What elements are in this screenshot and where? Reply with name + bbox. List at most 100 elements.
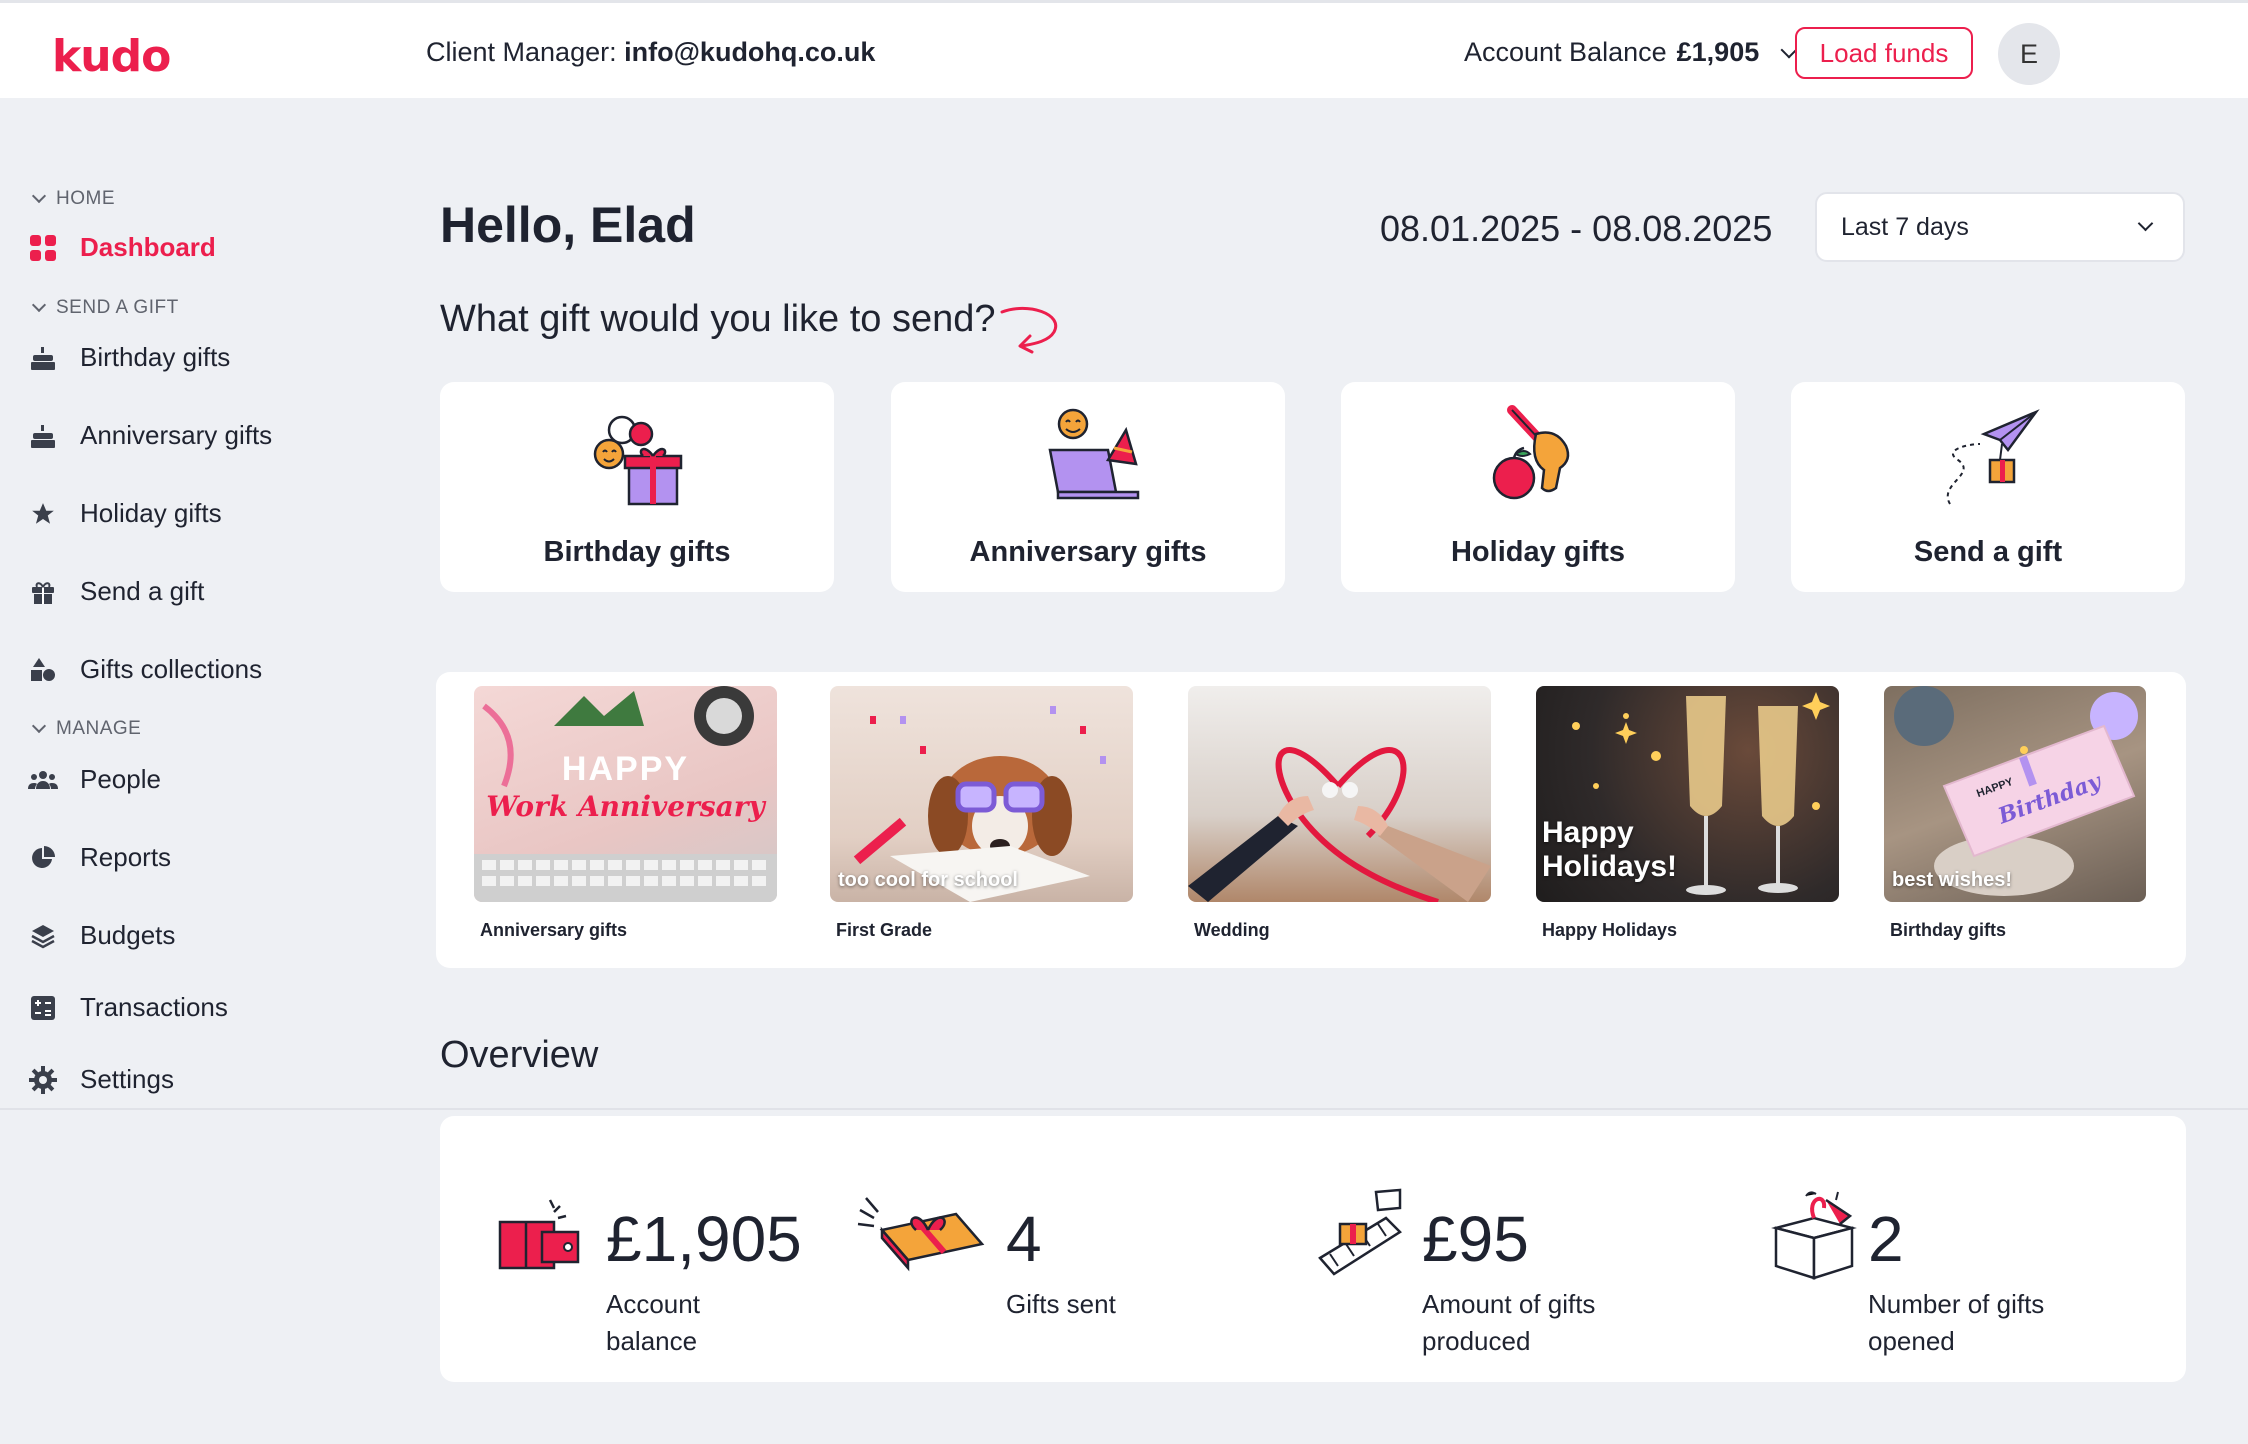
stat-value: £95	[1422, 1203, 1529, 1275]
sidebar-item-anniversary-gifts[interactable]: Anniversary gifts	[28, 420, 272, 451]
stat-desc-line: Number of gifts	[1868, 1289, 2045, 1319]
thumbnail-overlay-text: Happy Holidays!	[1542, 816, 1677, 884]
collection-caption: Birthday gifts	[1890, 920, 2007, 940]
client-manager: Client Manager: info@kudohq.co.uk	[426, 37, 875, 68]
overview-title: Overview	[440, 1034, 599, 1076]
user-avatar[interactable]: E	[1998, 23, 2060, 85]
gift-question: What gift would you like to send?	[440, 298, 996, 340]
stat-desc-line: Amount of gifts	[1422, 1289, 1596, 1319]
sidebar-item-label: People	[80, 764, 161, 794]
laptop-party-icon	[1048, 408, 1140, 500]
paper-plane-gift-icon	[1946, 409, 2040, 505]
sidebar-item-gifts-collections[interactable]: Gifts collections	[28, 654, 262, 685]
sidebar-item-birthday-gifts[interactable]: Birthday gifts	[28, 342, 230, 373]
sidebar-item-holiday-gifts[interactable]: Holiday gifts	[28, 498, 222, 529]
stat-value: 2	[1868, 1203, 1904, 1275]
load-funds-button[interactable]: Load funds	[1795, 27, 1973, 79]
period-select-value: Last 7 days	[1841, 212, 1969, 241]
sidebar-item-transactions[interactable]: Transactions	[28, 992, 228, 1023]
collection-caption: First Grade	[836, 920, 933, 940]
sidebar-item-label: Holiday gifts	[80, 498, 222, 528]
collection-caption: Anniversary gifts	[480, 920, 628, 940]
calculator-icon	[28, 993, 58, 1023]
sidebar-item-label: Anniversary gifts	[80, 420, 273, 450]
sidebar-item-label: Send a gift	[80, 576, 205, 606]
account-balance-dropdown[interactable]: Account Balance £1,905	[1464, 37, 1798, 68]
shapes-icon	[28, 655, 58, 685]
client-manager-label: Client Manager:	[426, 37, 617, 67]
section-manage[interactable]: MANAGE	[31, 718, 142, 740]
collection-thumbnail: HAPPY Birthday best wishes!	[1884, 686, 2146, 902]
sidebar-item-label: Gifts collections	[80, 654, 263, 684]
section-send-a-gift[interactable]: SEND A GIFT	[31, 297, 179, 319]
gift-card-birthday[interactable]: Birthday gifts	[440, 382, 834, 592]
chevron-down-icon	[31, 297, 47, 313]
client-manager-email: info@kudohq.co.uk	[624, 37, 876, 67]
gift-card-anniversary[interactable]: Anniversary gifts	[891, 382, 1285, 592]
collection-caption: Happy Holidays	[1542, 920, 1678, 940]
stat-value: 4	[1006, 1203, 1042, 1275]
cake-icon	[28, 343, 58, 373]
pie-chart-icon	[28, 843, 58, 873]
sidebar-item-send-a-gift[interactable]: Send a gift	[28, 576, 204, 607]
sidebar-item-budgets[interactable]: Budgets	[28, 920, 175, 951]
date-range: 08.01.2025 - 08.08.2025	[1380, 208, 1773, 249]
overview-panel: £1,905 Account balance 4 Gifts sent £95	[440, 1116, 2186, 1382]
sidebar-item-label: Birthday gifts	[80, 342, 231, 372]
gear-icon	[28, 1065, 58, 1095]
section-manage-label: MANAGE	[56, 718, 142, 739]
sidebar-item-people[interactable]: People	[28, 764, 161, 795]
conveyor-gift-icon	[1318, 1188, 1402, 1276]
collection-happy-holidays[interactable]: Happy Holidays! Happy Holidays	[1536, 686, 1839, 941]
collection-thumbnail: HAPPY Work Anniversary	[474, 686, 777, 902]
section-home[interactable]: HOME	[31, 188, 115, 210]
sidebar-item-settings[interactable]: Settings	[28, 1064, 174, 1095]
collection-first-grade[interactable]: too cool for school First Grade	[830, 686, 1133, 941]
gift-card-send-a-gift[interactable]: Send a gift	[1791, 382, 2185, 592]
gift-card-holiday[interactable]: Holiday gifts	[1341, 382, 1735, 592]
balance-label: Account Balance	[1464, 37, 1667, 67]
apple-hand-icon	[1492, 405, 1570, 500]
curved-arrow-icon	[1000, 307, 1058, 354]
chevron-down-icon	[31, 188, 47, 204]
kudo-logo[interactable]: kudo	[52, 31, 171, 82]
sidebar-item-label: Budgets	[80, 920, 176, 950]
gift-collections: HAPPY Work Anniversary Anniversary gifts…	[436, 672, 2186, 968]
wallet-icon	[498, 1199, 580, 1270]
stat-gifts-sent: 4 Gifts sent	[856, 1116, 1276, 1382]
star-icon	[28, 499, 58, 529]
thumbnail-overlay-text: too cool for school	[838, 869, 1018, 891]
thumbnail-overlay-text: HAPPY	[561, 750, 690, 788]
collection-thumbnail: too cool for school	[830, 686, 1133, 902]
stat-description: Account balance	[606, 1286, 836, 1360]
sidebar-item-reports[interactable]: Reports	[28, 842, 171, 873]
overlay-line: Happy	[1542, 816, 1634, 849]
collection-anniversary[interactable]: HAPPY Work Anniversary Anniversary gifts	[474, 686, 777, 941]
overlay-line: Holidays!	[1542, 850, 1678, 883]
collection-wedding[interactable]: Wedding	[1188, 686, 1491, 941]
open-gift-icon	[1771, 1191, 1857, 1280]
layers-icon	[28, 921, 58, 951]
collection-thumbnail: Happy Holidays!	[1536, 686, 1839, 902]
thumbnail-overlay-text: best wishes!	[1892, 869, 2013, 891]
wedding-hands-image	[1188, 747, 1491, 902]
stat-gifts-opened: 2 Number of gifts opened	[1766, 1116, 2166, 1382]
page-title: Hello, Elad	[440, 197, 696, 253]
sidebar-item-dashboard[interactable]: Dashboard	[28, 232, 216, 263]
stat-desc-line: Account	[606, 1289, 700, 1319]
people-icon	[28, 765, 58, 795]
section-home-label: HOME	[56, 188, 115, 209]
stat-desc-line: opened	[1868, 1326, 1955, 1356]
cake-icon	[28, 421, 58, 451]
stat-account-balance: £1,905 Account balance	[496, 1116, 896, 1382]
top-bar: kudo Client Manager: info@kudohq.co.uk A…	[0, 0, 2248, 98]
thumbnail-overlay-text: Work Anniversary	[486, 790, 765, 823]
gift-card-label: Send a gift	[1913, 536, 2063, 568]
stat-amount-produced: £95 Amount of gifts produced	[1316, 1116, 1736, 1382]
collection-birthday[interactable]: HAPPY Birthday best wishes! Birthday gif…	[1884, 686, 2146, 941]
gift-card-label: Anniversary gifts	[969, 536, 1207, 568]
sidebar-item-label: Dashboard	[80, 232, 216, 262]
sidebar-item-label: Settings	[80, 1064, 174, 1094]
period-select[interactable]: Last 7 days	[1815, 192, 2185, 262]
stat-description: Amount of gifts produced	[1422, 1286, 1652, 1360]
